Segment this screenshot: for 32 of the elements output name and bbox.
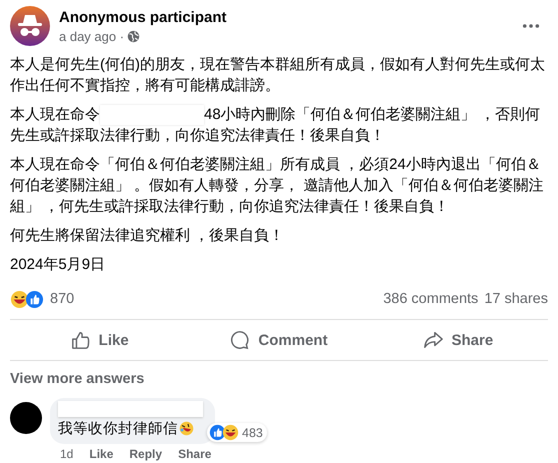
like-button[interactable]: Like	[10, 320, 190, 360]
avatar-icon[interactable]	[10, 6, 50, 46]
reaction-count[interactable]: 870	[50, 291, 74, 308]
more-icon[interactable]	[522, 23, 540, 29]
reaction-badge[interactable]: 483	[207, 423, 267, 442]
comment-time[interactable]: 1d	[60, 447, 74, 462]
thumbs-up-icon	[70, 330, 91, 350]
speech-bubble-icon	[230, 330, 250, 350]
globe-icon	[127, 30, 140, 42]
post-text: 本人是何先生(何伯)的朋友，現在警告本群組所有成員，假如有人對何先生或何太作出任何不實指控，將有可能構成誹謗。	[10, 55, 546, 96]
comment-count[interactable]: 386 comments	[383, 291, 478, 308]
comment-action-link[interactable]: Share	[178, 447, 212, 462]
haha-icon	[222, 424, 239, 442]
comment-action-link[interactable]: Like	[89, 447, 114, 462]
post-text: 本人現在命令「何伯＆何伯老婆關注組」所有成員 ，必須24小時內退出「何伯＆何伯老婆關注組」 。假如有人轉發，分享， 邀請他人加入「何伯＆何伯老婆關注組」 ，何先生或許採取法律行動，向你追究法律責任！後果自負！	[10, 155, 544, 218]
post-text: 何先生將保留法律追究權利 ，後果自負！	[10, 226, 286, 246]
avatar-icon[interactable]	[10, 402, 42, 434]
post-time[interactable]: a day ago ·	[59, 28, 124, 44]
comment-action-link[interactable]: Reply	[129, 447, 162, 462]
post-text: 本人現在命令 48小時內刪除「何伯＆何伯老婆關注組」 ，否則何先生或許採取法律行動，向你追究法律責任！後果自負！	[10, 104, 541, 146]
view-more-link[interactable]: View more answers	[10, 371, 144, 388]
like-icon	[209, 424, 226, 442]
comment-button[interactable]: Comment	[189, 320, 369, 360]
share-count[interactable]: 17 shares	[484, 291, 548, 308]
haha-icon	[10, 290, 29, 309]
laughing-emoji-icon	[179, 421, 194, 436]
share-button[interactable]: Share	[368, 320, 548, 360]
post-text: 2024年5月9日	[10, 255, 106, 276]
comment-text: 我等收你封律師信	[58, 420, 178, 438]
share-arrow-icon	[423, 330, 444, 350]
author-name[interactable]: Anonymous participant	[59, 8, 513, 26]
like-icon	[25, 290, 44, 309]
